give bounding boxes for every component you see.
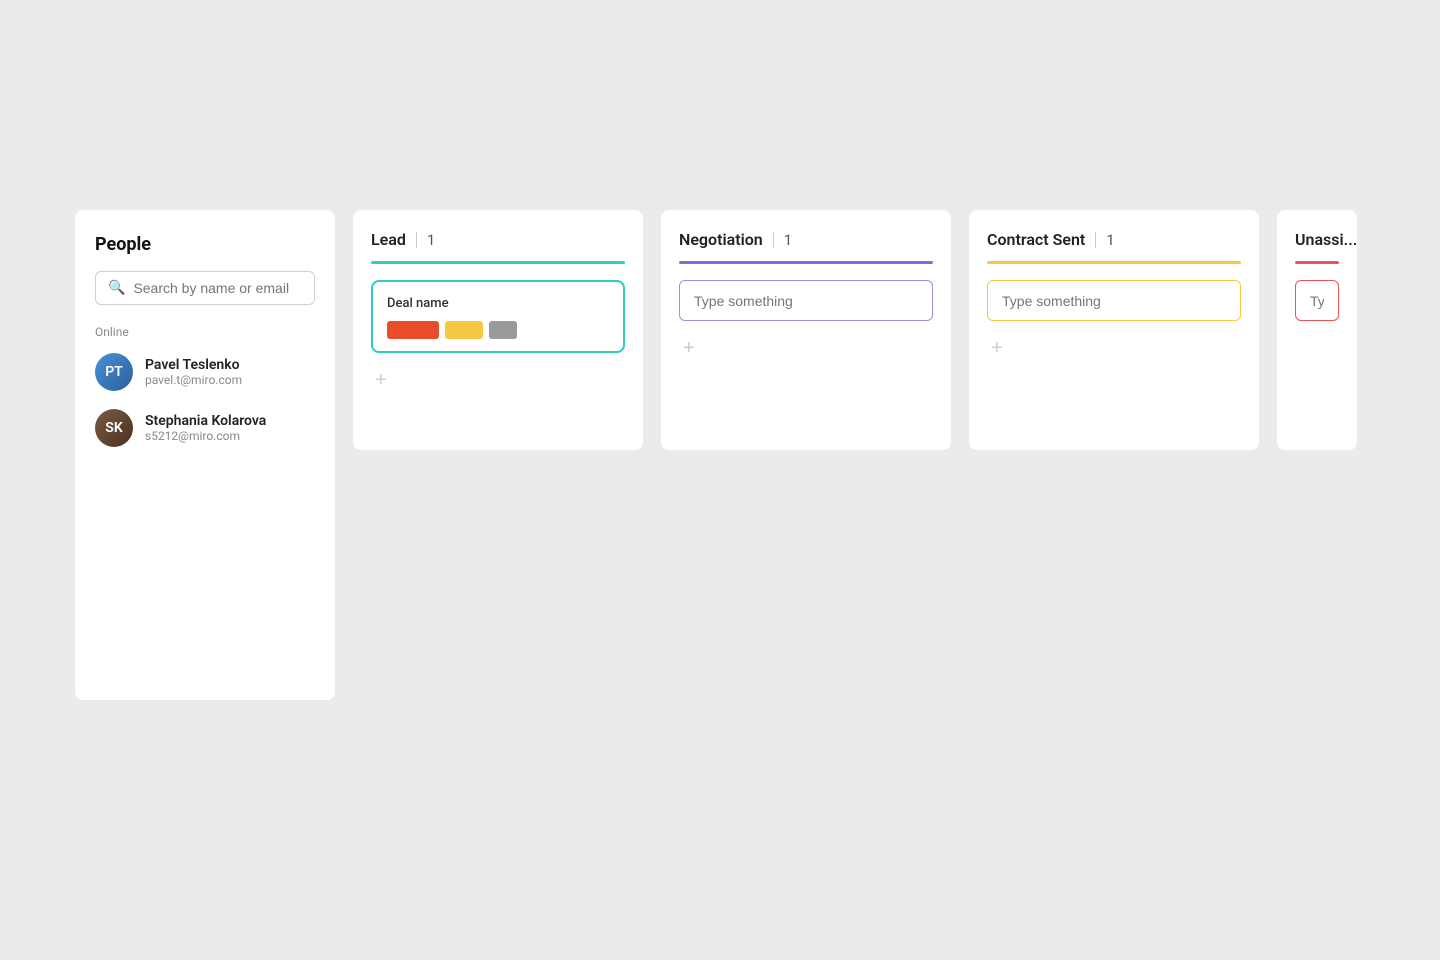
user-name: Stephania Kolarova xyxy=(145,413,266,429)
online-label: Online xyxy=(95,325,315,339)
kanban-column-lead: Lead 1 Deal name + xyxy=(353,210,643,450)
avatar: SK xyxy=(95,409,133,447)
column-count: 1 xyxy=(784,231,792,249)
column-line xyxy=(1295,261,1339,264)
column-divider xyxy=(1095,232,1096,248)
column-line xyxy=(679,261,933,264)
column-count: 1 xyxy=(1106,231,1114,249)
main-layout: People 🔍 Online PT Pavel Teslenko pavel.… xyxy=(0,0,1440,700)
deal-card[interactable]: Deal name xyxy=(371,280,625,353)
type-input-card[interactable] xyxy=(1295,280,1339,321)
list-item: SK Stephania Kolarova s5212@miro.com xyxy=(95,409,315,447)
type-input-card[interactable] xyxy=(987,280,1241,321)
type-something-input-negotiation[interactable] xyxy=(694,293,918,309)
add-deal-button[interactable]: + xyxy=(679,333,699,364)
column-header: Unassi... xyxy=(1295,230,1339,249)
people-title: People xyxy=(95,234,315,255)
search-icon: 🔍 xyxy=(108,280,125,296)
people-panel: People 🔍 Online PT Pavel Teslenko pavel.… xyxy=(75,210,335,700)
column-title: Negotiation xyxy=(679,230,763,249)
column-line xyxy=(371,261,625,264)
kanban-column-contract-sent: Contract Sent 1 + xyxy=(969,210,1259,450)
tag-red xyxy=(387,321,439,339)
search-input[interactable] xyxy=(133,280,302,296)
avatar: PT xyxy=(95,353,133,391)
add-deal-button[interactable]: + xyxy=(987,333,1007,364)
search-box[interactable]: 🔍 xyxy=(95,271,315,305)
deal-name: Deal name xyxy=(387,296,609,311)
column-title: Lead xyxy=(371,230,406,249)
kanban-column-unassigned: Unassi... xyxy=(1277,210,1357,450)
column-divider xyxy=(773,232,774,248)
user-list: PT Pavel Teslenko pavel.t@miro.com SK St… xyxy=(95,353,315,447)
kanban-area: Lead 1 Deal name + Negotiation 1 xyxy=(353,210,1440,450)
column-title: Contract Sent xyxy=(987,230,1085,249)
user-name: Pavel Teslenko xyxy=(145,357,242,373)
user-info: Stephania Kolarova s5212@miro.com xyxy=(145,413,266,443)
column-line xyxy=(987,261,1241,264)
type-something-input-unassigned[interactable] xyxy=(1310,293,1324,309)
add-deal-button[interactable]: + xyxy=(371,365,391,396)
column-header: Contract Sent 1 xyxy=(987,230,1241,249)
column-title: Unassi... xyxy=(1295,230,1357,249)
tag-gray xyxy=(489,321,517,339)
tag-yellow xyxy=(445,321,483,339)
column-header: Lead 1 xyxy=(371,230,625,249)
column-divider xyxy=(416,232,417,248)
type-input-card[interactable] xyxy=(679,280,933,321)
list-item: PT Pavel Teslenko pavel.t@miro.com xyxy=(95,353,315,391)
column-count: 1 xyxy=(427,231,435,249)
user-email: s5212@miro.com xyxy=(145,429,266,443)
deal-tags xyxy=(387,321,609,339)
type-something-input-contract[interactable] xyxy=(1002,293,1226,309)
user-email: pavel.t@miro.com xyxy=(145,373,242,387)
kanban-column-negotiation: Negotiation 1 + xyxy=(661,210,951,450)
column-header: Negotiation 1 xyxy=(679,230,933,249)
user-info: Pavel Teslenko pavel.t@miro.com xyxy=(145,357,242,387)
